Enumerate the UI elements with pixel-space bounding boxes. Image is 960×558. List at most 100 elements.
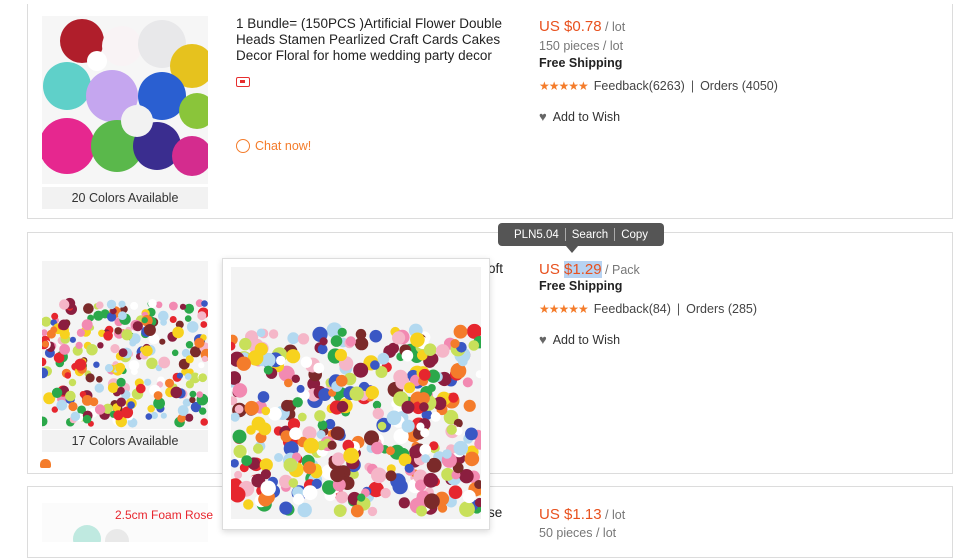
- product-image-1[interactable]: [42, 16, 208, 184]
- pom-pom: [141, 317, 148, 324]
- pom-pom: [335, 374, 348, 387]
- star-rating-icon: ★★★★★: [539, 79, 589, 93]
- product-title-2[interactable]: oft: [488, 261, 503, 277]
- pom-pom: [464, 451, 480, 467]
- pom-pom: [160, 412, 167, 419]
- pom-pom: [96, 376, 103, 383]
- pom-pom: [465, 427, 478, 441]
- separator: |: [690, 79, 695, 93]
- price-unit: / lot: [601, 20, 626, 34]
- pom-pom: [172, 326, 184, 339]
- pom-pom: [261, 406, 271, 416]
- pom-pom: [169, 316, 177, 323]
- pom-pom: [243, 499, 254, 510]
- pom-pom: [392, 478, 408, 495]
- coupon-icon: [236, 77, 250, 87]
- heart-icon: ♥: [539, 332, 547, 347]
- pom-pom: [177, 405, 189, 416]
- pom-pom: [371, 467, 387, 484]
- pom-pom: [117, 386, 125, 395]
- pom-pom: [65, 390, 76, 402]
- pom-pom: [196, 391, 203, 398]
- pom-pom: [288, 478, 299, 488]
- pom-pom: [385, 470, 397, 482]
- pom-pom: [200, 418, 208, 426]
- tooltip-arrow: [566, 246, 578, 253]
- tooltip-copy-button[interactable]: Copy: [615, 229, 654, 241]
- pom-pom: [260, 480, 276, 496]
- pom-pom: [297, 502, 312, 518]
- price-unit: / lot: [601, 508, 626, 522]
- pom-pom: [401, 419, 415, 433]
- pom-pom: [244, 400, 259, 416]
- pom-pom: [141, 345, 153, 357]
- pom-pom: [404, 463, 414, 473]
- pom-pom: [372, 400, 382, 410]
- pom-pom: [59, 329, 70, 340]
- pom-pom: [75, 341, 83, 349]
- chat-label: Chat now!: [255, 139, 312, 153]
- pom-pom: [401, 349, 414, 362]
- pom-pom: [453, 440, 469, 456]
- pom-pom: [194, 337, 205, 348]
- feedback-link[interactable]: Feedback(84): [594, 302, 671, 316]
- pom-pom: [303, 461, 317, 475]
- pom-pom: [232, 383, 248, 398]
- price-prefix: US: [539, 18, 565, 35]
- pom-pom: [70, 411, 81, 422]
- pom-pom: [82, 414, 92, 424]
- pom-pom: [118, 311, 127, 320]
- pom-pom: [424, 493, 440, 510]
- pom-pom: [335, 491, 349, 504]
- price-value: $0.78: [564, 18, 602, 35]
- pom-pom: [165, 378, 174, 388]
- tooltip-search-button[interactable]: Search: [566, 229, 614, 241]
- pom-pom: [462, 377, 473, 388]
- pom-pom: [291, 374, 300, 383]
- pom-pom: [468, 340, 480, 351]
- pom-pom: [419, 402, 429, 412]
- pom-pom: [150, 411, 158, 419]
- add-to-wish-1[interactable]: ♥ Add to Wish: [539, 109, 620, 124]
- price-value-selected[interactable]: $1.29: [564, 261, 602, 278]
- pom-pom: [410, 332, 425, 348]
- pom-pom: [330, 467, 345, 483]
- pom-pom: [457, 356, 468, 367]
- pom-pom: [268, 329, 279, 339]
- pom-pom: [297, 333, 310, 345]
- pom-pom: [232, 429, 247, 444]
- product-image-2[interactable]: [42, 261, 208, 429]
- product-title-1[interactable]: 1 Bundle= (150PCS )Artificial Flower Dou…: [236, 16, 506, 64]
- currency-conversion: PLN5.04: [514, 228, 559, 241]
- pom-pom: [258, 422, 272, 436]
- pom-pom: [317, 344, 328, 355]
- chat-now-link[interactable]: Chat now!: [236, 139, 311, 153]
- pom-pom: [353, 362, 369, 378]
- pom-pom: [185, 341, 194, 349]
- feedback-link[interactable]: Feedback(6263): [594, 79, 685, 93]
- price-value: $1.13: [564, 506, 602, 523]
- pom-pom: [419, 444, 432, 456]
- pom-pom: [201, 300, 208, 307]
- add-to-wish-2[interactable]: ♥ Add to Wish: [539, 332, 620, 347]
- pom-pom: [144, 378, 152, 386]
- heart-icon: ♥: [539, 109, 547, 124]
- pom-pom: [313, 362, 325, 374]
- pom-pom: [416, 505, 427, 517]
- pom-pom: [355, 328, 367, 340]
- pom-pom: [463, 399, 476, 412]
- pom-pom: [118, 300, 126, 308]
- colors-available-2: 17 Colors Available: [42, 430, 208, 452]
- pom-pom: [333, 504, 347, 517]
- pom-pom: [423, 472, 439, 488]
- pom-pom: [239, 337, 252, 351]
- pom-pom: [171, 349, 179, 357]
- product-title-3[interactable]: se: [488, 505, 502, 521]
- pom-pom: [392, 331, 406, 345]
- orders-count: Orders (4050): [700, 79, 778, 93]
- product-price-1: US $0.78 / lot: [539, 18, 625, 35]
- colors-available-1: 20 Colors Available: [42, 187, 208, 209]
- pom-pom: [349, 386, 364, 401]
- price-unit: / Pack: [601, 263, 640, 277]
- pom-pom: [104, 364, 114, 373]
